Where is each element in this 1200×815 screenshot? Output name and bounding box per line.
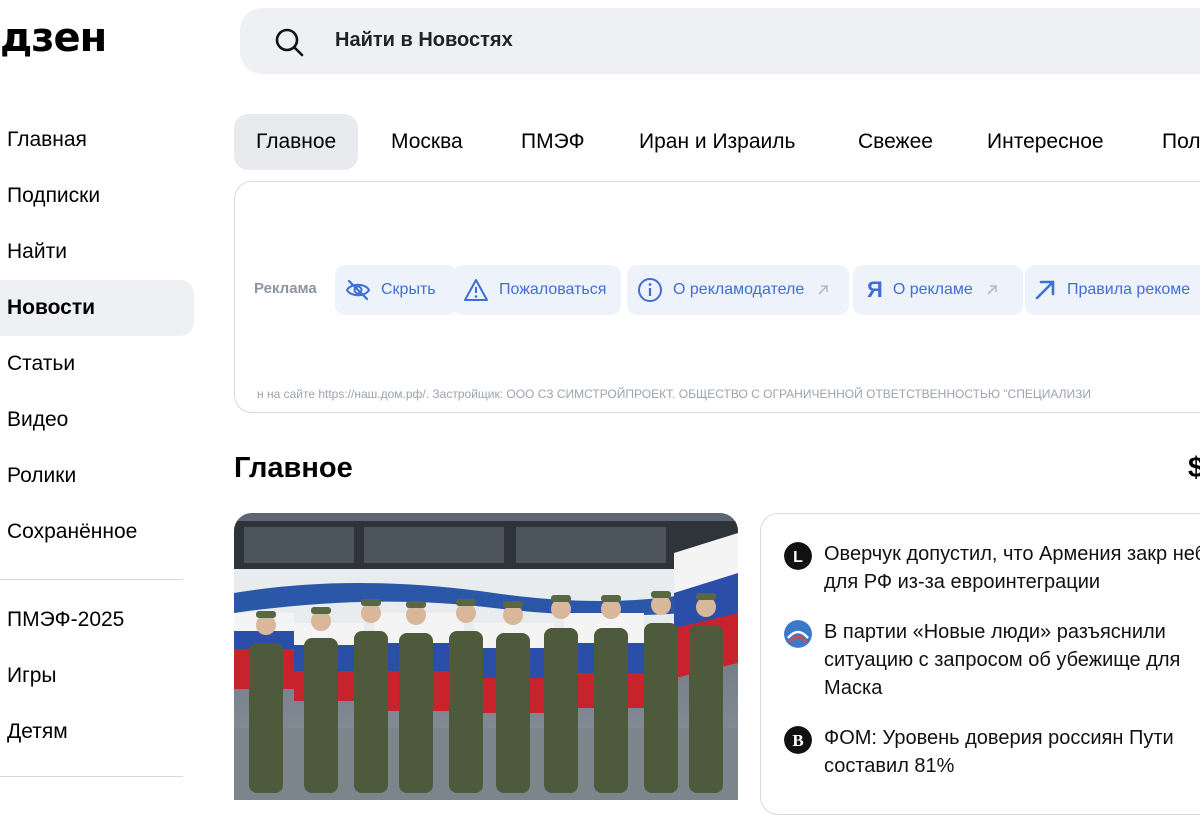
- currency-widget-label[interactable]: $: [1188, 452, 1200, 485]
- news-headline[interactable]: В партии «Новые люди» разъяснили ситуаци…: [824, 618, 1200, 702]
- sidebar-divider: [0, 776, 183, 777]
- info-icon: [638, 278, 662, 302]
- search-icon: [275, 28, 304, 57]
- tab-more[interactable]: Пол: [1162, 114, 1200, 170]
- advertiser-button[interactable]: О рекламодателе: [627, 265, 849, 315]
- tab-pmef[interactable]: ПМЭФ: [521, 114, 585, 170]
- lenta-icon: L: [784, 542, 812, 570]
- news-headline[interactable]: ФОМ: Уровень доверия россиян Пути состав…: [824, 724, 1200, 780]
- sidebar-item-search[interactable]: Найти: [0, 224, 194, 280]
- sidebar-item-articles[interactable]: Статьи: [0, 336, 194, 392]
- news-headline[interactable]: Оверчук допустил, что Армения закр небо …: [824, 540, 1200, 596]
- advertiser-label: О рекламодателе: [673, 281, 805, 298]
- search-input[interactable]: Найти в Новостях: [335, 29, 513, 52]
- yandex-icon: Я: [867, 277, 883, 302]
- recommendation-rules-button[interactable]: Правила рекоме: [1025, 265, 1200, 315]
- tab-iran-israel[interactable]: Иран и Израиль: [639, 114, 795, 170]
- sidebar-item-saved[interactable]: Сохранённое: [0, 504, 194, 560]
- sidebar-item-subscriptions[interactable]: Подписки: [0, 168, 194, 224]
- tab-main[interactable]: Главное: [234, 114, 359, 170]
- hide-ad-button[interactable]: Скрыть: [335, 265, 457, 315]
- sidebar-item-games[interactable]: Игры: [0, 648, 194, 704]
- vedomosti-icon: B: [784, 726, 812, 754]
- news-tabs: Главное Москва ПМЭФ Иран и Израиль Свеже…: [234, 114, 1200, 170]
- tab-fresh[interactable]: Свежее: [858, 114, 933, 170]
- about-ad-button[interactable]: Я О рекламе: [853, 265, 1023, 315]
- arrow-up-right-icon: [1035, 280, 1055, 300]
- recommendation-rules-label: Правила рекоме: [1067, 281, 1191, 298]
- ad-block[interactable]: Реклама Скрыть Пожаловаться О рекламодат…: [234, 181, 1200, 413]
- sidebar-item-clips[interactable]: Ролики: [0, 448, 194, 504]
- ad-disclaimer: н на сайте https://наш.дом.рф/. Застройщ…: [257, 387, 1091, 401]
- dzen-logo[interactable]: дзен: [0, 14, 107, 62]
- external-arrow-icon: [818, 285, 829, 295]
- news-photo-image: [234, 513, 738, 800]
- sidebar-item-pmef[interactable]: ПМЭФ-2025: [0, 592, 194, 648]
- tab-interesting[interactable]: Интересное: [987, 114, 1104, 170]
- search-bar[interactable]: Найти в Новостях: [240, 8, 1200, 74]
- sidebar-nav: Главная Подписки Найти Новости Статьи Ви…: [0, 112, 200, 789]
- news-photo[interactable]: [234, 513, 738, 800]
- section-title: Главное: [234, 452, 353, 484]
- svg-text:B: B: [792, 731, 803, 750]
- hide-ad-label: Скрыть: [381, 281, 436, 298]
- sidebar-item-video[interactable]: Видео: [0, 392, 194, 448]
- svg-text:L: L: [793, 549, 803, 566]
- tab-moscow[interactable]: Москва: [391, 114, 463, 170]
- sidebar-item-home[interactable]: Главная: [0, 112, 194, 168]
- sidebar-item-news[interactable]: Новости: [0, 280, 194, 336]
- eye-off-icon: [345, 279, 371, 301]
- complain-label: Пожаловаться: [499, 281, 607, 298]
- external-arrow-icon: [987, 285, 997, 295]
- news-list: L Оверчук допустил, что Армения закр неб…: [760, 513, 1200, 815]
- warning-icon: [464, 279, 488, 301]
- complain-button[interactable]: Пожаловаться: [453, 265, 621, 315]
- partiya-icon: [784, 620, 812, 648]
- sidebar-divider: [0, 579, 183, 580]
- ad-label: Реклама: [254, 280, 317, 297]
- sidebar-item-kids[interactable]: Детям: [0, 704, 194, 760]
- about-ad-label: О рекламе: [892, 281, 973, 298]
